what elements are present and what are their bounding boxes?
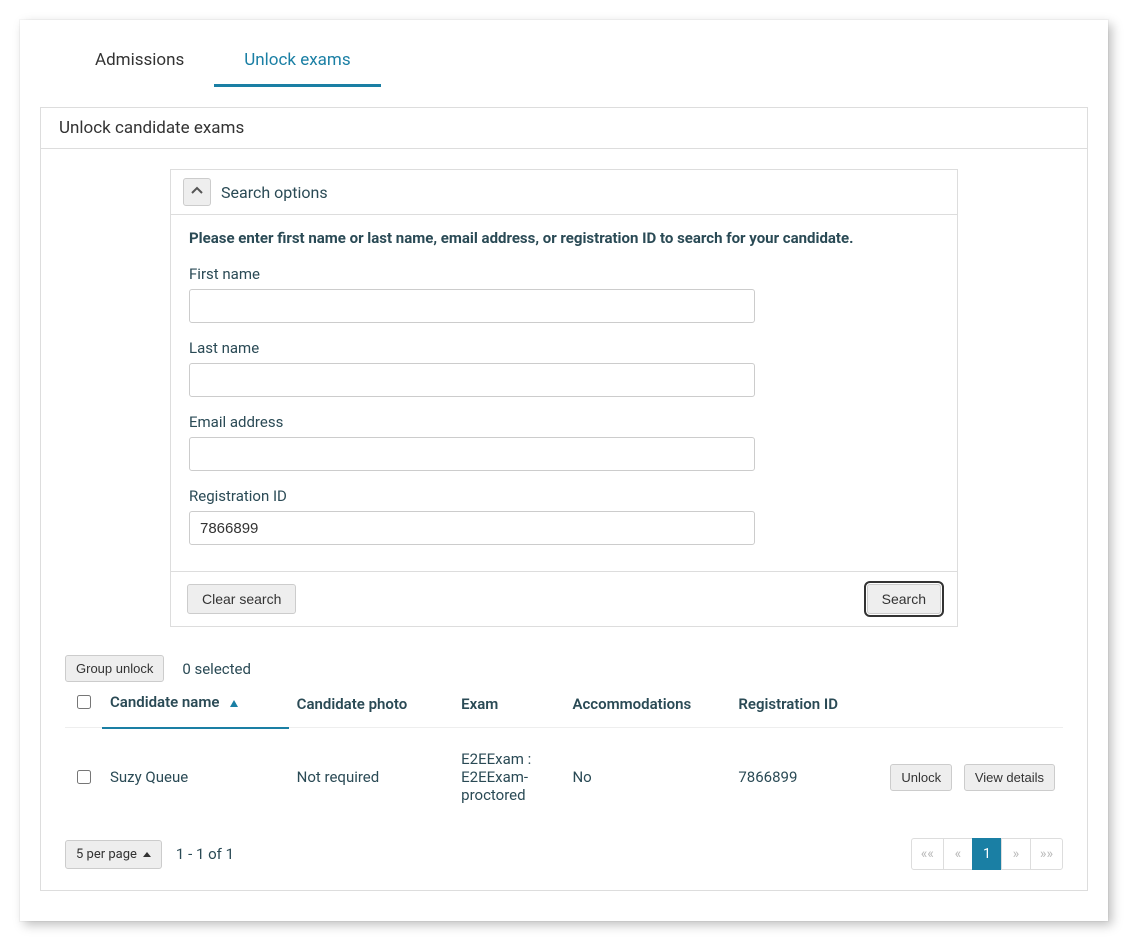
per-page-label: 5 per page (76, 847, 137, 862)
last-name-group: Last name (189, 339, 939, 397)
cell-registration-id: 7866899 (730, 728, 874, 827)
first-name-label: First name (189, 265, 939, 283)
table-toolbar: Group unlock 0 selected (53, 655, 1075, 682)
search-options-box: Search options Please enter first name o… (170, 169, 958, 627)
col-actions (874, 682, 1063, 728)
page-1[interactable]: 1 (972, 838, 1002, 870)
search-instructions: Please enter first name or last name, em… (189, 229, 939, 247)
cell-accommodations: No (564, 728, 730, 827)
cell-candidate-name: Suzy Queue (102, 728, 289, 827)
caret-up-icon (143, 852, 151, 857)
clear-search-button[interactable]: Clear search (187, 584, 296, 614)
email-input[interactable] (189, 437, 755, 471)
search-options-header: Search options (171, 170, 957, 215)
col-exam[interactable]: Exam (453, 682, 564, 728)
cell-exam: E2EExam : E2EExam-proctored (453, 728, 564, 827)
last-name-input[interactable] (189, 363, 755, 397)
per-page-wrap: 5 per page 1 - 1 of 1 (65, 840, 234, 869)
chevron-up-icon (191, 183, 203, 201)
email-label: Email address (189, 413, 939, 431)
col-candidate-photo[interactable]: Candidate photo (289, 682, 454, 728)
range-text: 1 - 1 of 1 (176, 845, 234, 863)
sort-asc-icon (229, 695, 239, 713)
unlock-button[interactable]: Unlock (890, 764, 952, 791)
table-row: Suzy Queue Not required E2EExam : E2EExa… (65, 728, 1063, 827)
search-options-footer: Clear search Search (171, 571, 957, 626)
group-unlock-button[interactable]: Group unlock (65, 655, 164, 682)
select-all-checkbox[interactable] (77, 695, 91, 709)
view-details-button[interactable]: View details (964, 764, 1055, 791)
row-checkbox[interactable] (77, 770, 91, 784)
results-table: Candidate name Candidate photo Exam Acco… (65, 682, 1063, 826)
tabs: Admissions Unlock exams (20, 20, 1108, 87)
tab-admissions[interactable]: Admissions (65, 40, 214, 87)
first-name-input[interactable] (189, 289, 755, 323)
per-page-dropdown[interactable]: 5 per page (65, 840, 162, 869)
registration-id-label: Registration ID (189, 487, 939, 505)
selected-count: 0 selected (182, 660, 251, 678)
pagination: «« « 1 » »» (912, 838, 1063, 870)
registration-id-group: Registration ID (189, 487, 939, 545)
col-registration-id[interactable]: Registration ID (730, 682, 874, 728)
page-last[interactable]: »» (1030, 838, 1063, 870)
panel-body: Search options Please enter first name o… (41, 149, 1087, 890)
cell-actions: Unlock View details (874, 728, 1063, 827)
col-candidate-name[interactable]: Candidate name (102, 682, 289, 728)
table-footer: 5 per page 1 - 1 of 1 «« « 1 » »» (53, 838, 1075, 870)
page-first[interactable]: «« (911, 838, 944, 870)
email-group: Email address (189, 413, 939, 471)
registration-id-input[interactable] (189, 511, 755, 545)
app-card: Admissions Unlock exams Unlock candidate… (20, 20, 1108, 921)
col-candidate-name-label: Candidate name (110, 693, 219, 711)
tab-unlock-exams[interactable]: Unlock exams (214, 40, 380, 87)
first-name-group: First name (189, 265, 939, 323)
page-prev[interactable]: « (943, 838, 973, 870)
panel-unlock-exams: Unlock candidate exams Search options Pl… (40, 107, 1088, 891)
cell-candidate-photo: Not required (289, 728, 454, 827)
search-button[interactable]: Search (867, 584, 941, 614)
search-options-body: Please enter first name or last name, em… (171, 215, 957, 571)
panel-title: Unlock candidate exams (41, 108, 1087, 149)
collapse-toggle-button[interactable] (183, 178, 211, 206)
page-next[interactable]: » (1001, 838, 1031, 870)
last-name-label: Last name (189, 339, 939, 357)
table-header: Candidate name Candidate photo Exam Acco… (65, 682, 1063, 728)
col-accommodations[interactable]: Accommodations (564, 682, 730, 728)
search-options-title: Search options (221, 183, 328, 202)
